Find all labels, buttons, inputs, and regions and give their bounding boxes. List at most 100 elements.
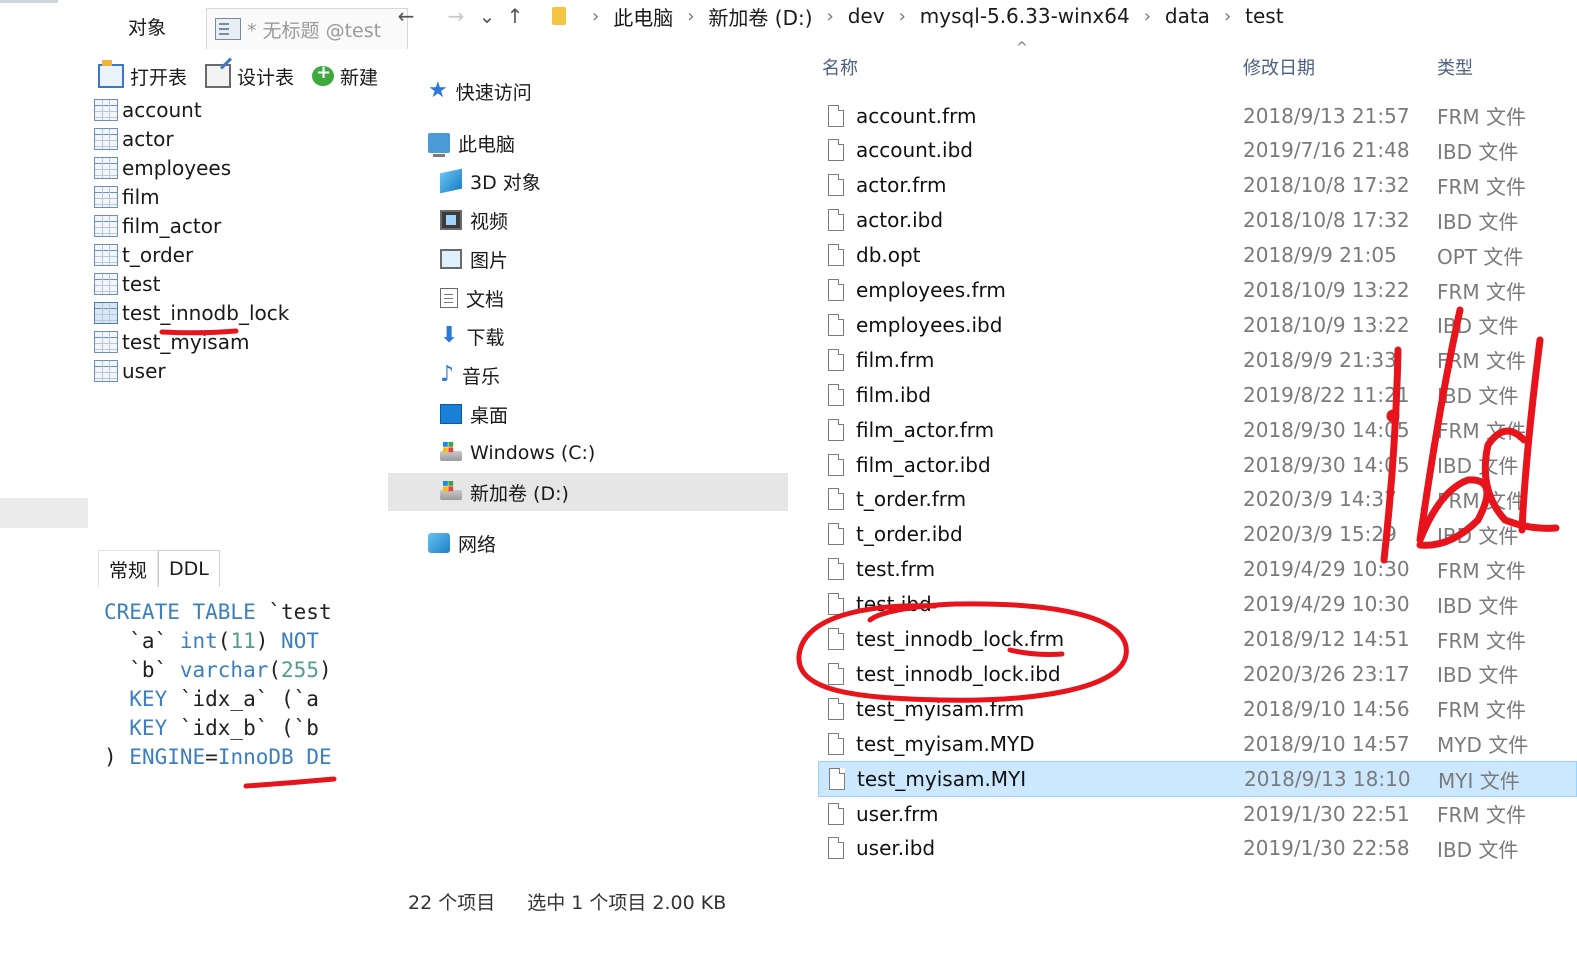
file-date: 2019/4/29 10:30 <box>1243 557 1410 582</box>
ddl-token: ) <box>255 629 282 653</box>
file-type: FRM 文件 <box>1437 803 1527 827</box>
table-icon <box>94 359 118 382</box>
file-row[interactable]: t_order.ibd 2020/3/9 15:29 IBD 文件 <box>818 517 1577 552</box>
breadcrumb-item[interactable]: 此电脑 <box>613 2 673 31</box>
breadcrumb-item[interactable]: dev <box>848 4 885 28</box>
file-row[interactable]: test_innodb_lock.frm 2018/9/12 14:51 FRM 文… <box>818 622 1577 657</box>
file-row[interactable]: user.ibd 2019/1/30 22:58 IBD 文件 <box>818 831 1577 866</box>
chevron-right-icon[interactable]: › <box>899 6 906 27</box>
file-row[interactable]: employees.frm 2018/10/9 13:22 FRM 文件 <box>818 273 1577 308</box>
file-row[interactable]: test.frm 2019/4/29 10:30 FRM 文件 <box>818 552 1577 587</box>
forward-button[interactable]: → <box>438 0 474 32</box>
table-item[interactable]: test_myisam <box>94 327 384 356</box>
file-row[interactable]: film.frm 2018/9/9 21:33 FRM 文件 <box>818 342 1577 377</box>
file-name: film.frm <box>856 347 935 372</box>
file-row[interactable]: film.ibd 2019/8/22 11:21 IBD 文件 <box>818 377 1577 412</box>
nav-item-label: 3D 对象 <box>470 171 541 194</box>
table-item[interactable]: test <box>94 269 384 298</box>
file-row[interactable]: film_actor.frm 2018/9/30 14:05 FRM 文件 <box>818 412 1577 447</box>
nav-item[interactable]: 图片 <box>388 240 788 278</box>
file-type: FRM 文件 <box>1437 419 1527 444</box>
file-name: employees.ibd <box>856 312 1003 337</box>
breadcrumb-item[interactable]: test <box>1245 4 1283 28</box>
tab-untitled-label: * 无标题 @test <box>247 19 382 42</box>
file-icon <box>828 313 844 336</box>
nav-item[interactable]: 文档 <box>388 279 788 317</box>
file-icon <box>828 209 844 232</box>
file-name: user.ibd <box>856 836 936 861</box>
ddl-line: `a` int(11) NOT <box>104 627 388 656</box>
column-header-type[interactable]: 类型 <box>1437 54 1473 80</box>
file-row[interactable]: test_myisam.MYD 2018/9/10 14:57 MYD 文件 <box>818 726 1577 761</box>
tab-general[interactable]: 常规 <box>98 550 159 587</box>
tab-untitled-query[interactable]: * 无标题 @test <box>206 8 408 49</box>
nav-item[interactable]: Windows (C:) <box>388 434 788 472</box>
file-row[interactable]: account.ibd 2019/7/16 21:48 IBD 文件 <box>818 133 1577 168</box>
address-bar: ← → ⌄ ↑ › 此电脑 › 新加卷 (D:) › dev › mysql-5.6.33-w… <box>388 0 1577 32</box>
file-name: account.frm <box>856 103 977 128</box>
column-header-date[interactable]: 修改日期 <box>1243 54 1315 80</box>
file-row[interactable]: test_innodb_lock.ibd 2020/3/26 23:17 IBD 文… <box>818 656 1577 691</box>
nav-item[interactable]: 桌面 <box>388 395 788 433</box>
info-tabs: 常规 DDL <box>98 550 220 588</box>
file-date: 2018/9/10 14:56 <box>1243 696 1410 721</box>
chevron-right-icon[interactable]: › <box>592 6 599 27</box>
open-table-label: 打开表 <box>130 66 188 89</box>
chevron-right-icon[interactable]: › <box>1144 6 1151 27</box>
back-arrow-icon: ← <box>397 4 415 28</box>
breadcrumb-item[interactable]: data <box>1165 4 1210 28</box>
file-icon <box>828 279 844 301</box>
tab-objects[interactable]: 对象 <box>92 4 202 48</box>
table-icon <box>94 185 118 208</box>
tab-ddl[interactable]: DDL <box>158 550 220 587</box>
nav-item[interactable]: 网络 <box>388 524 788 562</box>
table-item[interactable]: account <box>94 95 384 124</box>
table-item[interactable]: t_order <box>94 240 384 269</box>
file-row[interactable]: employees.ibd 2018/10/9 13:22 IBD 文件 <box>818 307 1577 342</box>
file-row[interactable]: user.frm 2019/1/30 22:51 FRM 文件 <box>818 796 1577 831</box>
table-item[interactable]: test_innodb_lock <box>94 298 384 327</box>
file-row[interactable]: account.frm 2018/9/13 21:57 FRM 文件 <box>818 98 1577 133</box>
design-table-button[interactable]: 设计表 <box>205 63 294 90</box>
file-type: IBD 文件 <box>1437 523 1519 548</box>
open-table-button[interactable]: 打开表 <box>98 60 188 90</box>
recent-button[interactable]: ⌄ <box>474 0 500 32</box>
video-icon <box>440 210 462 230</box>
table-item[interactable]: user <box>94 356 384 385</box>
file-name: film.ibd <box>856 382 931 407</box>
file-icon <box>828 628 844 650</box>
nav-item[interactable]: ★ 快速访问 <box>388 72 788 110</box>
file-type: IBD 文件 <box>1437 314 1519 339</box>
breadcrumb-item[interactable]: mysql-5.6.33-winx64 <box>920 4 1130 28</box>
file-row[interactable]: actor.ibd 2018/10/8 17:32 IBD 文件 <box>818 203 1577 238</box>
file-row[interactable]: test.ibd 2019/4/29 10:30 IBD 文件 <box>818 587 1577 622</box>
file-row[interactable]: actor.frm 2018/10/8 17:32 FRM 文件 <box>818 168 1577 203</box>
new-table-button[interactable]: 新建 <box>312 62 378 90</box>
file-type: IBD 文件 <box>1437 384 1519 409</box>
file-row[interactable]: t_order.frm 2020/3/9 14:37 FRM 文件 <box>818 482 1577 517</box>
nav-item[interactable]: 此电脑 <box>388 124 788 162</box>
nav-item[interactable]: 视频 <box>388 201 788 239</box>
table-item[interactable]: film_actor <box>94 211 384 240</box>
file-row[interactable]: test_myisam.frm 2018/9/10 14:56 FRM 文件 <box>818 691 1577 726</box>
breadcrumb-item[interactable]: 新加卷 (D:) <box>708 2 812 31</box>
up-button[interactable]: ↑ <box>500 0 530 32</box>
chevron-right-icon[interactable]: › <box>687 6 694 27</box>
table-item[interactable]: film <box>94 182 384 211</box>
breadcrumb: › 此电脑 › 新加卷 (D:) › dev › mysql-5.6.33-winx64 › da… <box>578 2 1284 31</box>
nav-item[interactable]: ♪ 音乐 <box>388 356 788 394</box>
chevron-right-icon[interactable]: › <box>827 6 834 27</box>
column-header-name[interactable]: 名称 <box>822 54 858 80</box>
chevron-right-icon[interactable]: › <box>1224 6 1231 27</box>
table-item[interactable]: employees <box>94 153 384 182</box>
nav-item[interactable]: 新加卷 (D:) <box>388 473 788 511</box>
file-date: 2018/10/8 17:32 <box>1243 208 1410 233</box>
file-row[interactable]: test_myisam.MYI 2018/9/13 18:10 MYI 文件 <box>818 761 1577 798</box>
file-row[interactable]: film_actor.ibd 2018/9/30 14:05 IBD 文件 <box>818 447 1577 482</box>
back-button[interactable]: ← <box>388 0 424 32</box>
file-type: MYI 文件 <box>1438 768 1520 793</box>
nav-item[interactable]: 3D 对象 <box>388 162 788 200</box>
file-row[interactable]: db.opt 2018/9/9 21:05 OPT 文件 <box>818 238 1577 273</box>
table-item[interactable]: actor <box>94 124 384 153</box>
nav-item[interactable]: ⬇ 下载 <box>388 317 788 355</box>
